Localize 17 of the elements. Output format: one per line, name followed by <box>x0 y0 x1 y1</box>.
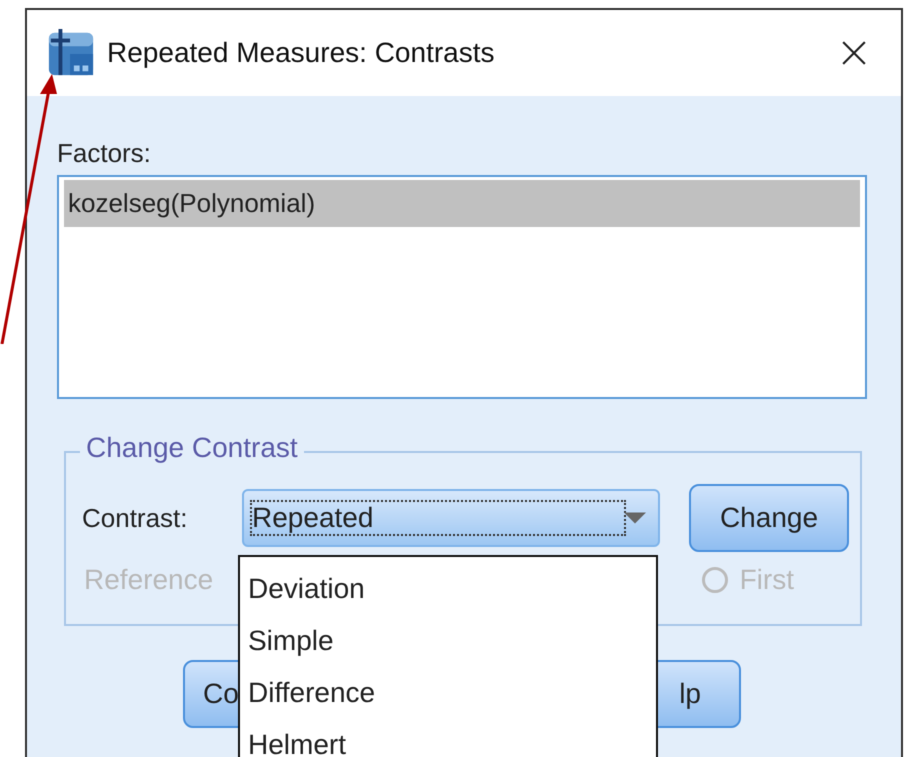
dropdown-option[interactable]: Deviation <box>240 565 656 617</box>
radio-label: First <box>740 564 794 596</box>
factors-label: Factors: <box>57 138 152 169</box>
close-icon[interactable] <box>841 40 867 66</box>
radio-button[interactable] <box>702 567 728 593</box>
window-title: Repeated Measures: Contrasts <box>107 37 496 69</box>
change-button[interactable]: Change <box>689 484 849 552</box>
reference-label: Reference <box>84 564 214 596</box>
dropdown-option[interactable]: Simple <box>240 617 656 669</box>
factors-list[interactable]: kozelseg(Polynomial) <box>57 175 867 399</box>
contrast-label: Contrast: <box>82 502 188 534</box>
app-icon <box>47 29 95 77</box>
dropdown-option[interactable]: Difference <box>240 669 656 721</box>
list-item[interactable]: kozelseg(Polynomial) <box>64 180 860 227</box>
dropdown-option[interactable]: Helmert <box>240 721 656 757</box>
caret-icon <box>624 512 646 524</box>
contrast-dropdown[interactable]: Repeated <box>242 489 660 547</box>
